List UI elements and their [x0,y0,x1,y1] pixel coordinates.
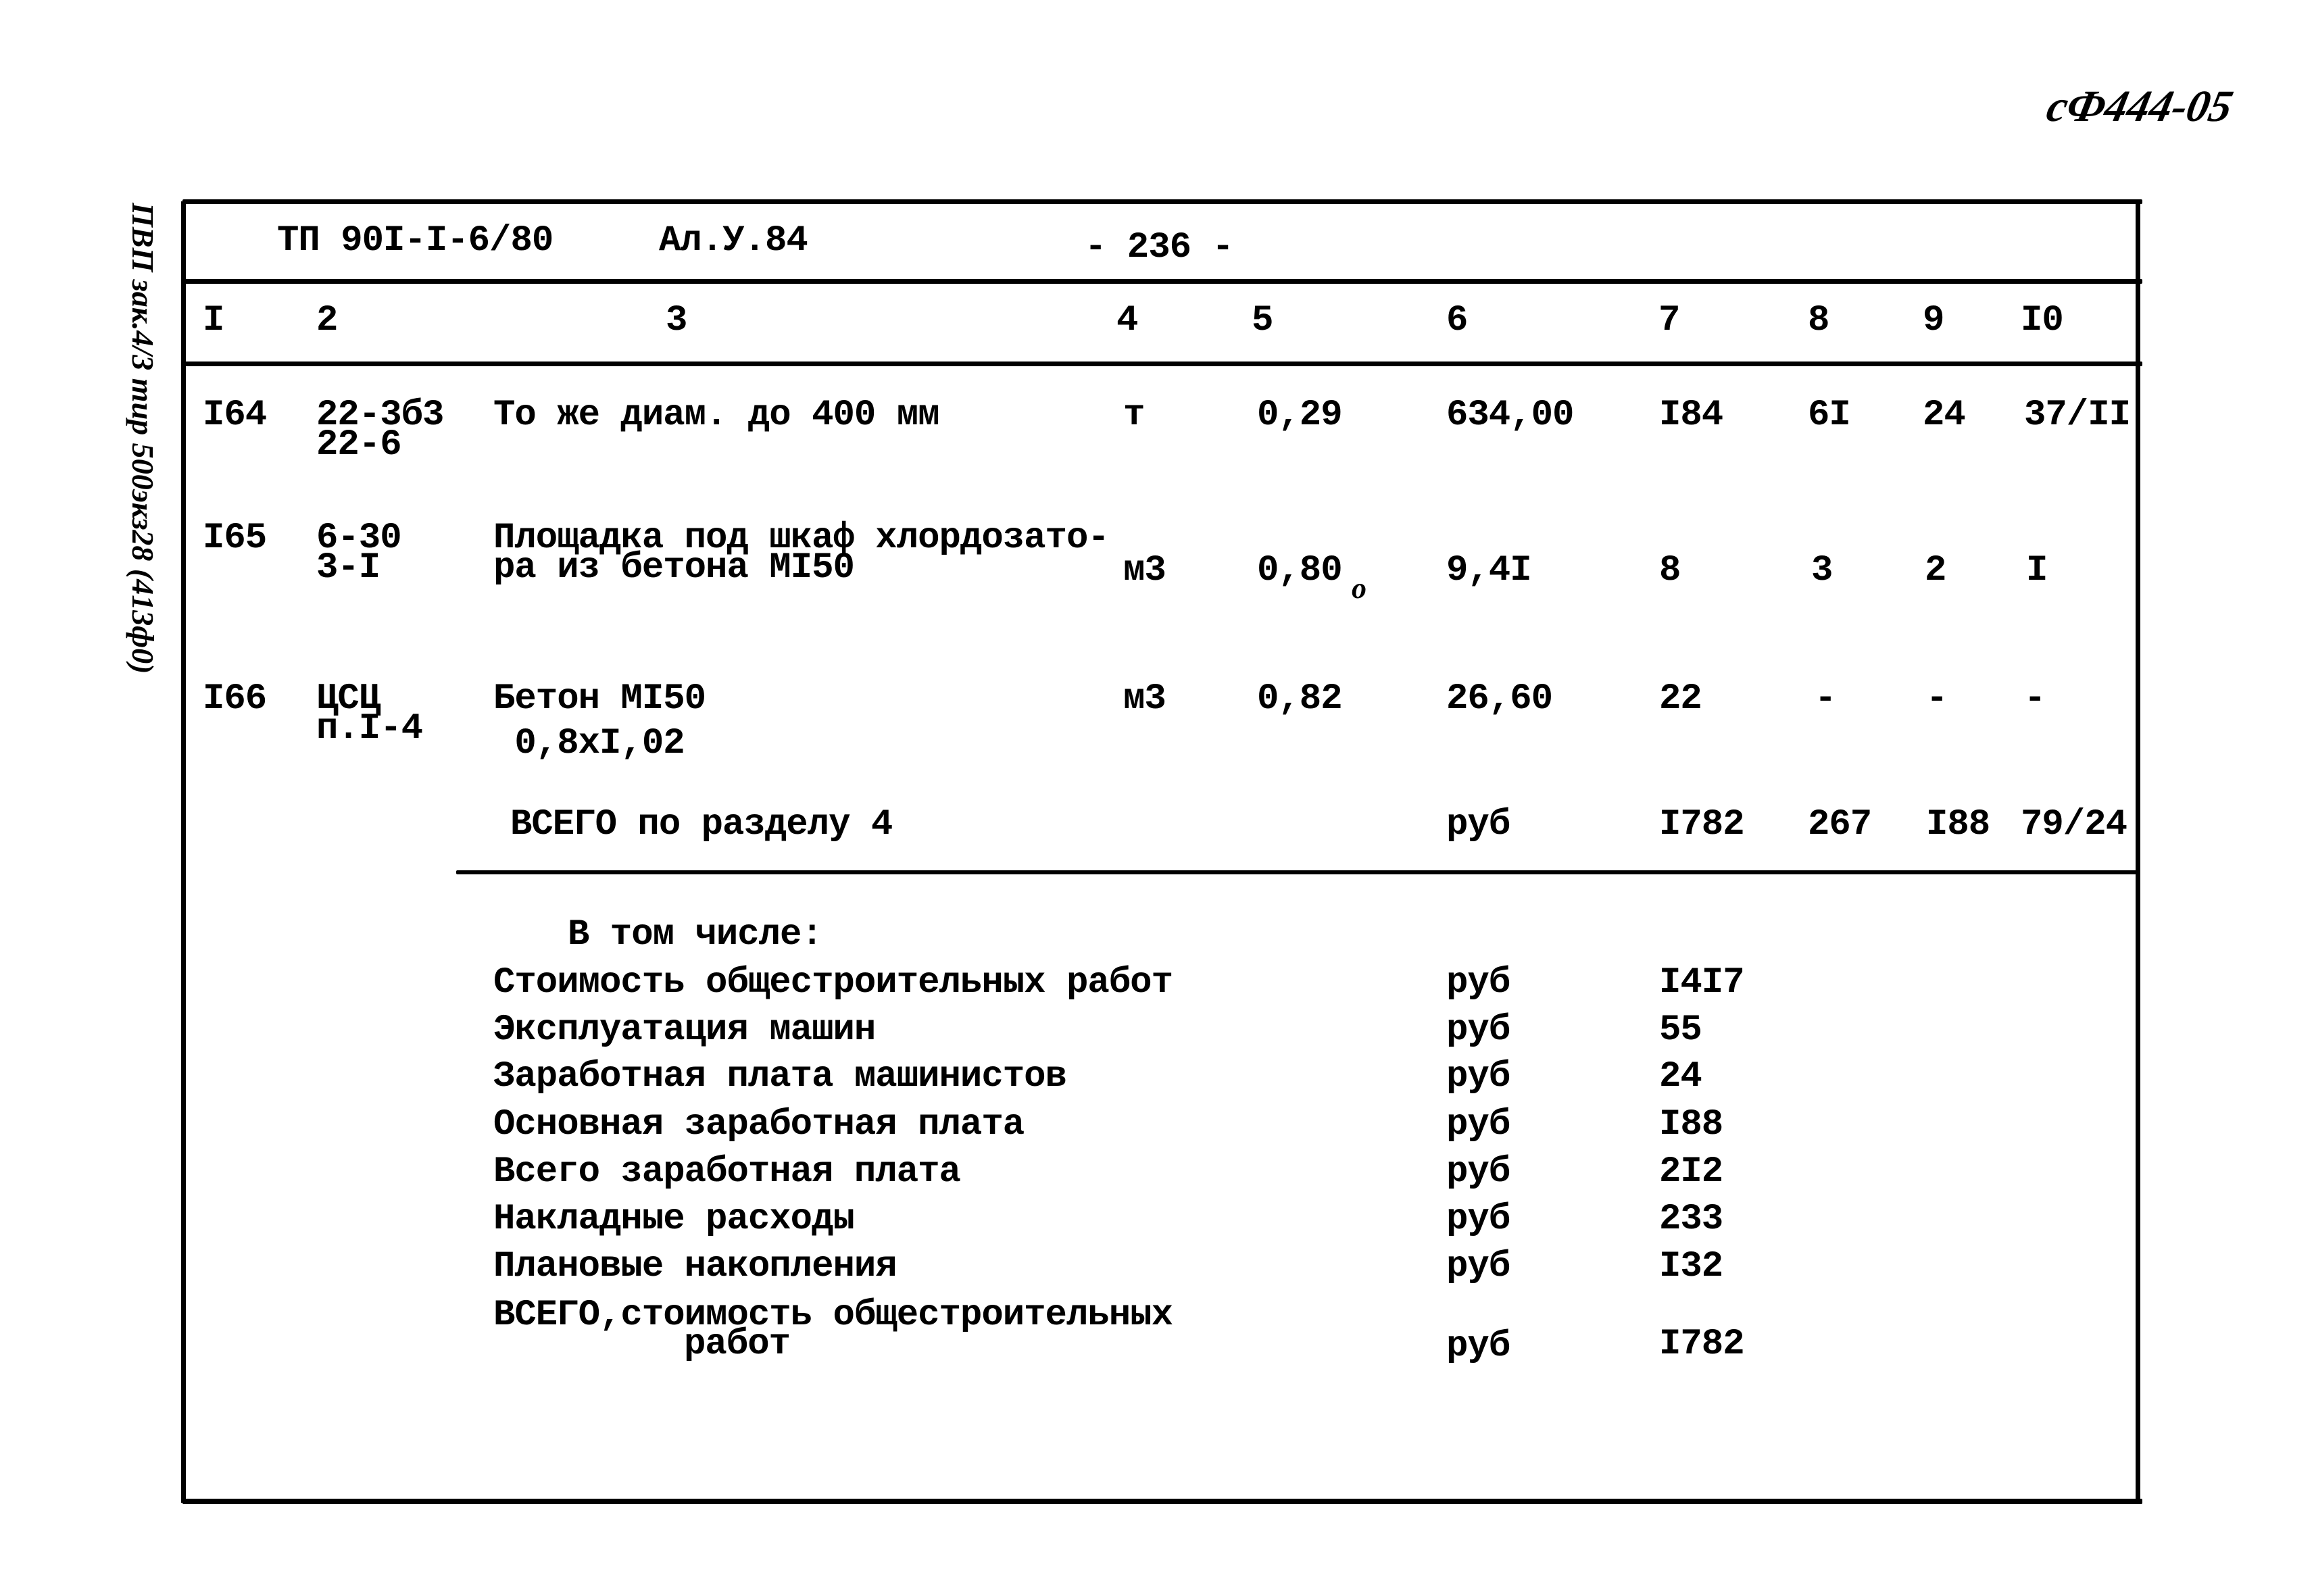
breakdown-unit: руб [1446,1246,1510,1287]
row-code: п.I-4 [316,708,423,749]
breakdown-label: Плановые накопления [493,1246,897,1287]
section-total-col10: 79/24 [2021,804,2127,845]
document-stamp: сФ444-05 [2042,82,2238,131]
total-divider [456,870,2139,874]
row-col9: - [1926,678,1948,720]
row-total: I84 [1659,395,1723,436]
column-header: 3 [666,300,687,341]
row-name: То же диам. до 400 мм [493,395,940,436]
breakdown-value: I88 [1659,1104,1723,1145]
row-col8: - [1815,678,1836,720]
section-total-value: I782 [1659,804,1745,845]
doc-code: ТП 90I-I-6/80 [277,220,553,261]
column-header: 5 [1252,300,1273,341]
column-header: I0 [2021,300,2064,341]
column-header: I [203,300,224,341]
breakdown-label: Заработная плата машинистов [493,1056,1067,1097]
row-col10: I [2026,550,2048,591]
breakdown-label: Основная заработная плата [493,1104,1025,1145]
column-header: 2 [316,300,338,341]
breakdown-label: Стоимость общестроительных работ [493,962,1173,1003]
row-qty: 0,29 [1257,395,1343,436]
row-unit: м3 [1123,678,1166,720]
breakdown-value: 2I2 [1659,1151,1723,1193]
row-total: 22 [1659,678,1702,720]
breakdown-heading: В том числе: [568,914,823,955]
row-price: 634,00 [1446,395,1574,436]
row-unit: т [1123,395,1145,436]
row-price: 26,60 [1446,678,1553,720]
section-total-unit: руб [1446,804,1510,845]
grand-total-label-cont: работ [684,1324,791,1365]
frame-bottom-line [182,1499,2142,1504]
row-col9: 2 [1925,550,1946,591]
row-number: I66 [203,678,267,720]
row-col8: 6I [1808,395,1851,436]
breakdown-unit: руб [1446,1056,1510,1097]
row-col9: 24 [1923,395,1966,436]
frame-top-line [182,199,2142,204]
breakdown-unit: руб [1446,1199,1510,1240]
breakdown-value: I4I7 [1659,962,1745,1003]
column-header: 6 [1446,300,1468,341]
grand-total-value: I782 [1659,1324,1745,1365]
row-code: 22-6 [316,424,402,466]
frame-right-line [2136,201,2140,1503]
row-col10: 37/II [2024,395,2131,436]
row-name: ра из бетона МI50 [493,547,855,589]
columns-divider [182,361,2142,366]
header-divider [182,279,2142,284]
breakdown-value: I32 [1659,1246,1723,1287]
breakdown-unit: руб [1446,962,1510,1003]
breakdown-value: 55 [1659,1009,1702,1051]
row-total: 8 [1659,550,1681,591]
row-col10: - [2024,678,2046,720]
section-total-col9: I88 [1926,804,1990,845]
grand-total-unit: руб [1446,1326,1510,1367]
row-qty: 0,80 [1257,550,1343,591]
breakdown-unit: руб [1446,1104,1510,1145]
breakdown-value: 24 [1659,1056,1702,1097]
album-number: Ал.У.84 [659,220,808,261]
breakdown-value: 233 [1659,1199,1723,1240]
side-note: ПВП зак.4/3 тир 500экз28 (413ф0) [126,203,160,674]
row-price: 9,4I [1446,550,1532,591]
row-qty: 0,82 [1257,678,1343,720]
row-name: 0,8xI,02 [493,723,685,764]
breakdown-label: Всего заработная плата [493,1151,961,1193]
row-unit: м3 [1123,550,1166,591]
row-name: Бетон МI50 [493,678,706,720]
breakdown-unit: руб [1446,1009,1510,1051]
page-number: - 236 - [1085,227,1234,268]
column-header: 4 [1116,300,1138,341]
breakdown-label: Накладные расходы [493,1199,855,1240]
row-number: I64 [203,395,267,436]
grand-total-label: ВСЕГО,стоимость общестроительных [493,1295,1173,1336]
breakdown-unit: руб [1446,1151,1510,1193]
row-col8: 3 [1811,550,1833,591]
handwritten-mark: о [1352,572,1367,605]
column-header: 9 [1923,300,1944,341]
row-number: I65 [203,518,267,559]
section-total-label: ВСЕГО по разделу 4 [510,804,893,845]
column-header: 7 [1658,300,1680,341]
section-total-col8: 267 [1808,804,1872,845]
row-code: 3-I [316,547,380,589]
frame-left-line [181,201,186,1503]
breakdown-label: Эксплуатация машин [493,1009,876,1051]
column-header: 8 [1808,300,1829,341]
